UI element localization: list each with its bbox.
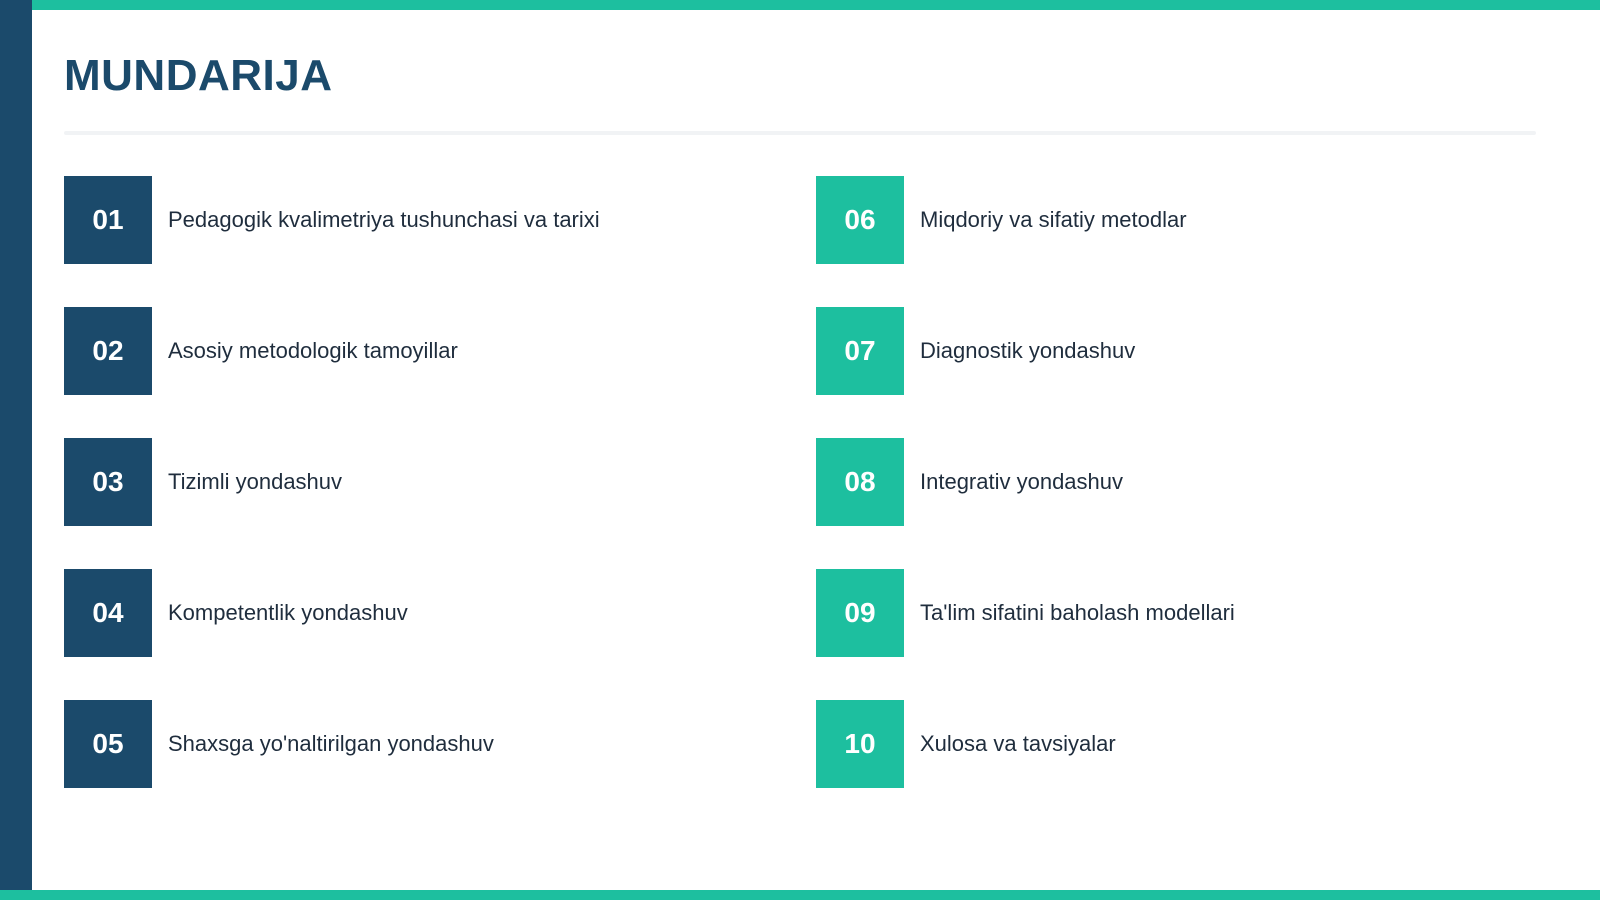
toc-item-label: Diagnostik yondashuv (920, 338, 1136, 363)
toc-item-05[interactable]: 05 Shaxsga yo'naltirilgan yondashuv (64, 700, 816, 788)
toc-number-badge: 04 (64, 569, 152, 657)
toc-item-label: Kompetentlik yondashuv (168, 600, 408, 625)
toc-item-label: Pedagogik kvalimetriya tushunchasi va ta… (168, 207, 600, 232)
page-title: MUNDARIJA (64, 51, 333, 100)
toc-item-02[interactable]: 02 Asosiy metodologik tamoyillar (64, 307, 816, 395)
toc-number-badge: 03 (64, 438, 152, 526)
toc-item-label: Ta'lim sifatini baholash modellari (920, 600, 1235, 625)
toc-item-label: Xulosa va tavsiyalar (920, 731, 1116, 756)
toc-item-03[interactable]: 03 Tizimli yondashuv (64, 438, 816, 526)
table-of-contents: 01 Pedagogik kvalimetriya tushunchasi va… (64, 176, 1536, 788)
left-accent-bar (0, 0, 32, 900)
toc-item-label: Miqdoriy va sifatiy metodlar (920, 207, 1187, 232)
title-divider (64, 131, 1536, 135)
toc-number-badge: 10 (816, 700, 904, 788)
toc-number-badge: 07 (816, 307, 904, 395)
toc-item-label: Integrativ yondashuv (920, 469, 1124, 494)
toc-item-01[interactable]: 01 Pedagogik kvalimetriya tushunchasi va… (64, 176, 816, 264)
toc-item-04[interactable]: 04 Kompetentlik yondashuv (64, 569, 816, 657)
toc-item-label: Tizimli yondashuv (168, 469, 343, 494)
toc-number-badge: 06 (816, 176, 904, 264)
toc-item-06[interactable]: 06 Miqdoriy va sifatiy metodlar (816, 176, 1536, 264)
toc-number-badge: 08 (816, 438, 904, 526)
toc-item-10[interactable]: 10 Xulosa va tavsiyalar (816, 700, 1536, 788)
toc-item-label: Asosiy metodologik tamoyillar (168, 338, 458, 363)
toc-number-badge: 09 (816, 569, 904, 657)
toc-item-08[interactable]: 08 Integrativ yondashuv (816, 438, 1536, 526)
bottom-accent-bar (0, 890, 1600, 900)
toc-number-badge: 05 (64, 700, 152, 788)
toc-item-label: Shaxsga yo'naltirilgan yondashuv (168, 731, 494, 756)
toc-item-07[interactable]: 07 Diagnostik yondashuv (816, 307, 1536, 395)
toc-number-badge: 01 (64, 176, 152, 264)
top-accent-bar (32, 0, 1600, 10)
slide: MUNDARIJA 01 Pedagogik kvalimetriya tush… (0, 0, 1600, 900)
toc-number-badge: 02 (64, 307, 152, 395)
toc-item-09[interactable]: 09 Ta'lim sifatini baholash modellari (816, 569, 1536, 657)
